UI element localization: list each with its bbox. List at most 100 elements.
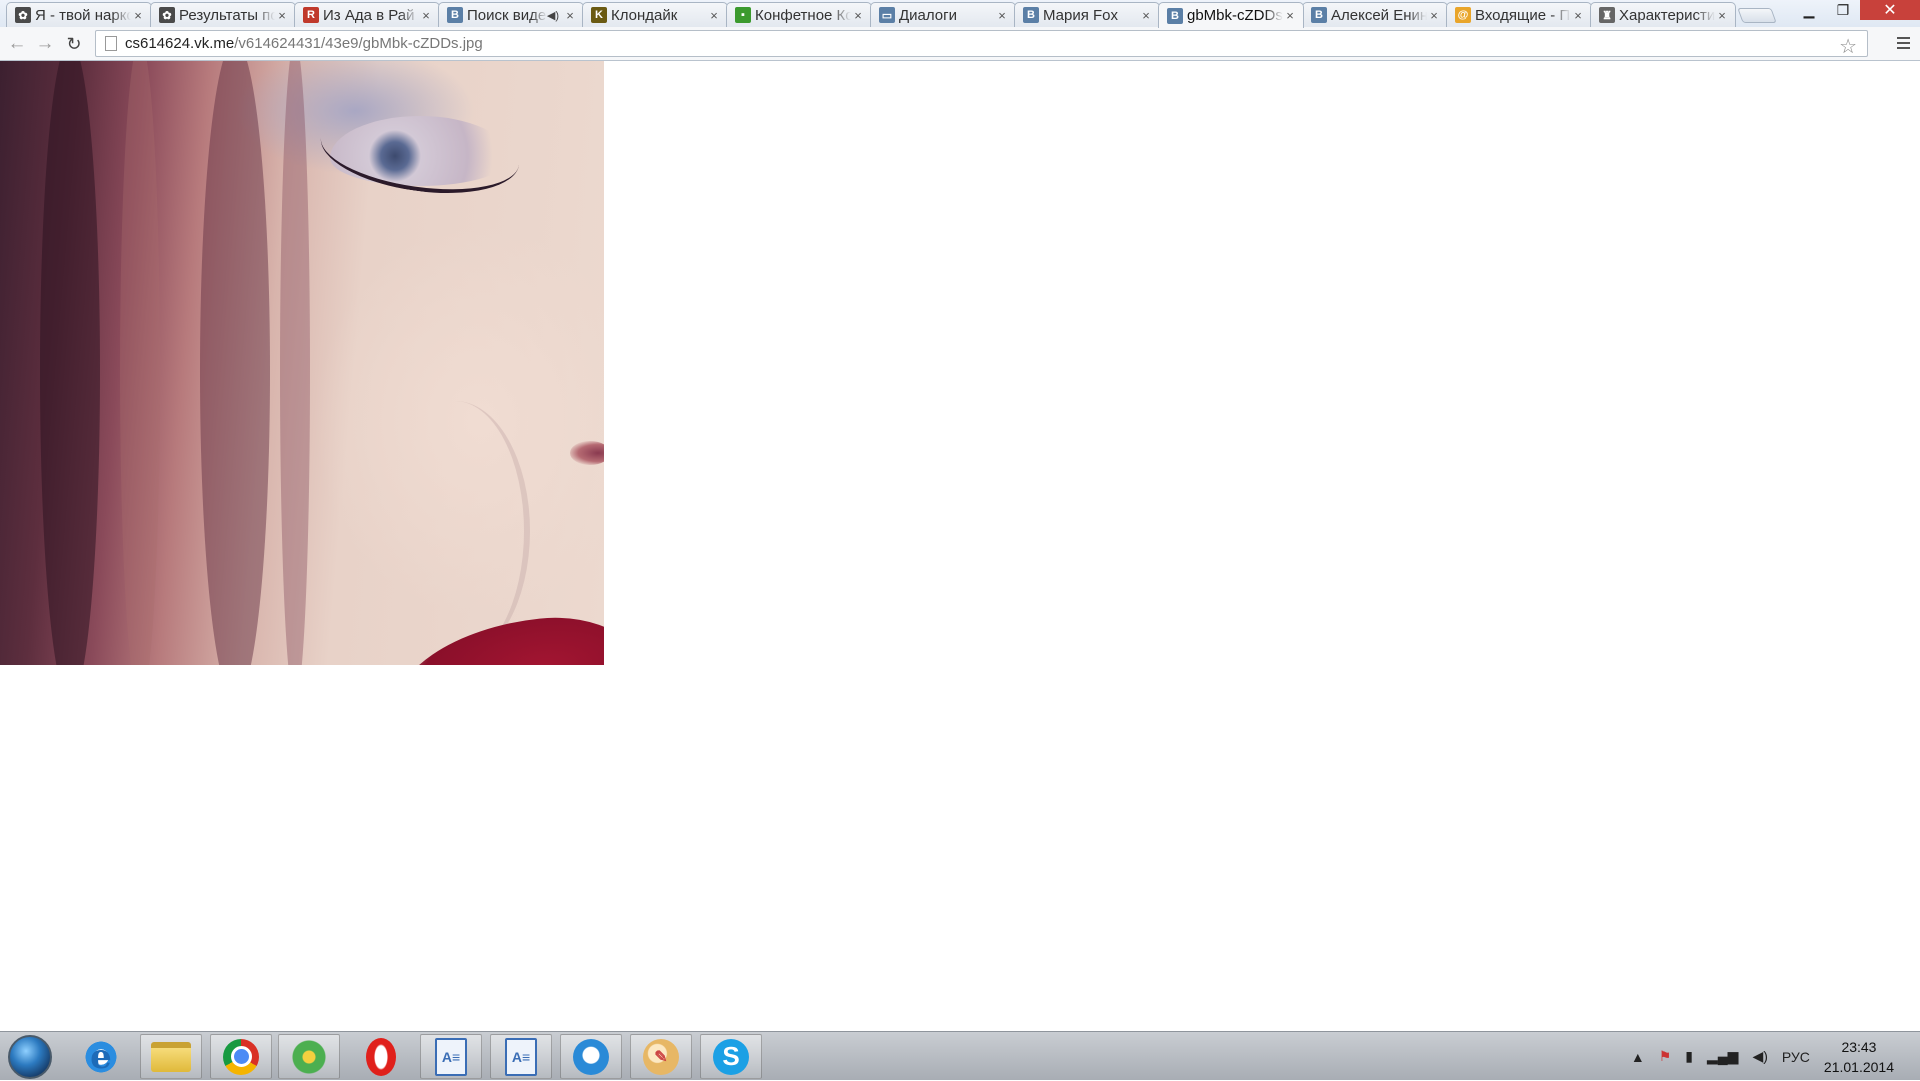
tab-3[interactable]: R Из Ада в Рай × [294, 2, 440, 27]
minimize-button[interactable]: ▁ [1792, 0, 1826, 20]
taskbar-text-document-1[interactable]: A≡ [420, 1034, 482, 1079]
tab-list: ✿ Я - твой наркотик × ✿ Результаты поиск… [6, 2, 1777, 28]
start-button[interactable] [8, 1035, 52, 1079]
k-icon: K [591, 7, 607, 23]
r-icon: R [303, 7, 319, 23]
vk-icon: B [447, 7, 463, 23]
taskbar-file-explorer[interactable] [140, 1034, 202, 1079]
leaf-icon: ✿ [15, 7, 31, 23]
tab-close-icon[interactable]: × [1139, 8, 1153, 23]
taskbar-skype[interactable]: S [700, 1034, 762, 1079]
tab-10[interactable]: B Алексей Енин × [1302, 2, 1448, 27]
tab-7[interactable]: ▭ Диалоги × [870, 2, 1016, 27]
leaf-icon: ✿ [159, 7, 175, 23]
power-icon[interactable]: ▮ [1685, 1048, 1693, 1065]
tab-close-icon[interactable]: × [1571, 8, 1585, 23]
photo-nostril [570, 441, 604, 465]
page-content [0, 61, 1920, 1031]
address-bar[interactable]: cs614624.vk.me/v614624431/43e9/gbMbk-cZD… [95, 30, 1868, 59]
tab-title: Характеристика [1619, 6, 1715, 24]
tab-close-icon[interactable]: × [707, 8, 721, 23]
vk-icon: B [1311, 7, 1327, 23]
forward-button[interactable]: → [34, 33, 56, 55]
internet-explorer-icon: e [83, 1037, 119, 1077]
photo-lashes [315, 97, 525, 205]
tab-close-icon[interactable]: × [563, 8, 577, 23]
document-icon: A≡ [505, 1037, 537, 1076]
browser-toolbar: ← → ↻ cs614624.vk.me/v614624431/43e9/gbM… [0, 27, 1920, 61]
cloud-icon [573, 1038, 609, 1075]
restore-button[interactable]: ❐ [1826, 0, 1860, 20]
taskbar-paint[interactable]: ✎ [630, 1034, 692, 1079]
volume-icon[interactable]: ◀) [1752, 1048, 1767, 1065]
tab-title: Входящие - Почта [1475, 6, 1571, 24]
tab-close-icon[interactable]: × [419, 8, 433, 23]
network-error-flag-icon[interactable]: ⚑ [1659, 1048, 1672, 1065]
game-icon: ▪ [735, 7, 751, 23]
tab-close-icon[interactable]: × [851, 8, 865, 23]
taskbar-opera[interactable] [350, 1034, 412, 1079]
taskbar-cloud-app[interactable] [560, 1034, 622, 1079]
tab-11[interactable]: @ Входящие - Почта × [1446, 2, 1592, 27]
tab-title: Я - твой наркотик [35, 6, 131, 24]
tab-9-active[interactable]: B gbMbk-cZDDs.jpg × [1158, 2, 1304, 28]
document-icon: A≡ [435, 1037, 467, 1076]
skype-icon: S [713, 1038, 749, 1075]
tab-4[interactable]: B Поиск видео ◀) × [438, 2, 584, 27]
tab-close-icon[interactable]: × [1715, 8, 1729, 23]
tab-2[interactable]: ✿ Результаты поиска × [150, 2, 296, 27]
clock[interactable]: 23:43 21.01.2014 [1824, 1037, 1894, 1077]
taskbar-text-document-2[interactable]: A≡ [490, 1034, 552, 1079]
windows-taskbar: e A≡ A≡ ✎ S ▲ ⚑ ▮ ▂▄▆ ◀) РУС 23:43 21.01… [0, 1031, 1920, 1080]
tab-title: Поиск видео [467, 6, 547, 24]
tab-5[interactable]: K Клондайк × [582, 2, 728, 27]
taskbar-internet-explorer[interactable]: e [70, 1034, 132, 1079]
taskbar-icq[interactable] [278, 1034, 340, 1079]
tab-close-icon[interactable]: × [995, 8, 1009, 23]
folder-icon [151, 1041, 191, 1072]
tab-close-icon[interactable]: × [131, 8, 145, 23]
tab-title: Из Ада в Рай [323, 6, 415, 24]
window-controls: ▁ ❐ ✕ [1792, 0, 1920, 20]
tab-title: Конфетное Королевство [755, 6, 851, 24]
chat-icon: ▭ [879, 7, 895, 23]
tab-title: gbMbk-cZDDs.jpg [1187, 7, 1283, 24]
vk-icon: B [1023, 7, 1039, 23]
tab-1[interactable]: ✿ Я - твой наркотик × [6, 2, 152, 27]
new-tab-button[interactable] [1737, 8, 1777, 23]
tab-8[interactable]: B Мария Fox × [1014, 2, 1160, 27]
char-icon: ♜ [1599, 7, 1615, 23]
chrome-menu-button[interactable] [1892, 32, 1914, 54]
system-tray: ▲ ⚑ ▮ ▂▄▆ ◀) РУС 23:43 21.01.2014 [1631, 1032, 1920, 1081]
url-path: /v614624431/43e9/gbMbk-cZDDs.jpg [234, 35, 483, 52]
photo-cheek [380, 401, 530, 661]
back-button[interactable]: ← [6, 33, 28, 55]
show-hidden-icons-button[interactable]: ▲ [1631, 1049, 1645, 1065]
language-indicator[interactable]: РУС [1782, 1049, 1810, 1065]
tab-title: Клондайк [611, 6, 678, 24]
bookmark-star-icon[interactable]: ☆ [1839, 34, 1857, 59]
paint-palette-icon: ✎ [643, 1038, 679, 1075]
vk-icon: B [1167, 7, 1183, 24]
tab-close-icon[interactable]: × [275, 8, 289, 23]
tab-title: Мария Fox [1043, 6, 1119, 24]
signal-icon[interactable]: ▂▄▆ [1707, 1048, 1738, 1065]
taskbar-chrome[interactable] [210, 1034, 272, 1079]
url-host: cs614624.vk.me [125, 35, 235, 52]
opera-icon [366, 1037, 396, 1076]
icq-flower-icon [291, 1038, 327, 1075]
tab-close-icon[interactable]: × [1283, 8, 1297, 23]
tab-6[interactable]: ▪ Конфетное Королевство × [726, 2, 872, 27]
tab-12[interactable]: ♜ Характеристика × [1590, 2, 1736, 27]
close-window-button[interactable]: ✕ [1860, 0, 1920, 20]
tab-strip: ✿ Я - твой наркотик × ✿ Результаты поиск… [0, 0, 1920, 28]
displayed-image[interactable] [0, 61, 604, 665]
tab-title: Диалоги [899, 6, 957, 24]
tab-title: Результаты поиска [179, 6, 275, 24]
chrome-icon [223, 1038, 259, 1075]
clock-time: 23:43 [1841, 1038, 1877, 1055]
page-icon [105, 36, 117, 51]
tab-close-icon[interactable]: × [1427, 8, 1441, 23]
mail-icon: @ [1455, 7, 1471, 23]
reload-button[interactable]: ↻ [63, 33, 85, 55]
